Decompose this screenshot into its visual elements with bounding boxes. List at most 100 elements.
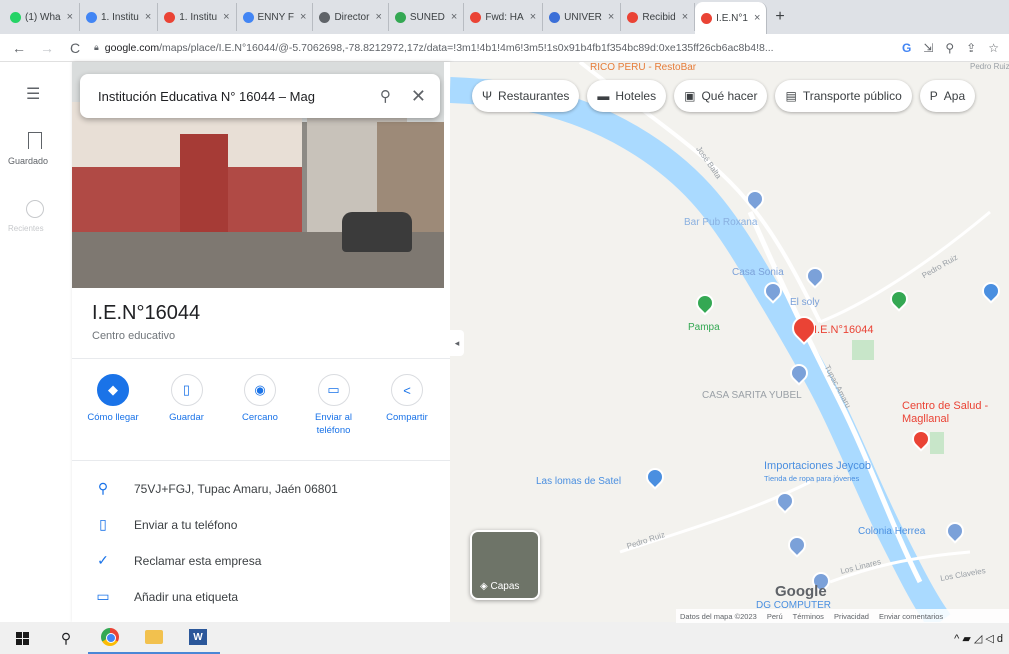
- poi-label[interactable]: Centro de Salud - Magllanal: [902, 400, 992, 426]
- tab-close-icon[interactable]: ×: [67, 11, 73, 23]
- forward-button[interactable]: →: [38, 40, 56, 56]
- browser-tab[interactable]: SUNED ×: [389, 3, 465, 31]
- saved-bookmark-icon[interactable]: [28, 132, 42, 149]
- chip-label: Hoteles: [615, 89, 657, 103]
- browser-tab[interactable]: ENNY F ×: [237, 3, 314, 31]
- map-footer-link[interactable]: Perú: [767, 612, 783, 621]
- tab-label: 1. Institu: [101, 11, 139, 23]
- search-icon[interactable]: ⚲: [380, 87, 391, 105]
- tab-label: UNIVER: [564, 11, 602, 23]
- google-lens-icon[interactable]: G: [902, 41, 911, 55]
- poi-label[interactable]: CASA SARITA YUBEL: [702, 390, 802, 401]
- divider: [72, 460, 450, 461]
- tab-close-icon[interactable]: ×: [375, 11, 381, 23]
- selected-place-label[interactable]: I.E.N°16044: [814, 324, 873, 336]
- poi-label[interactable]: Casa Sonia: [732, 267, 784, 278]
- collapse-panel-button[interactable]: ◂: [450, 330, 464, 356]
- chip-label: Restaurantes: [498, 89, 570, 103]
- info-row[interactable]: ▭ Añadir una etiqueta: [94, 588, 434, 605]
- tab-close-icon[interactable]: ×: [300, 11, 306, 23]
- reload-button[interactable]: C: [66, 40, 84, 56]
- place-actions: ◆ Cómo llegar ▯ Guardar ◉ Cercano ▭ Enviar al t…: [80, 374, 440, 438]
- map-footer-link[interactable]: Datos del mapa ©2023: [680, 612, 757, 621]
- action-bookmark-button[interactable]: ▯ Guardar: [154, 374, 220, 438]
- tab-favicon-icon: [549, 11, 561, 23]
- hamburger-menu-icon[interactable]: ☰: [26, 84, 40, 104]
- poi-sublabel: Tienda de ropa para jóvenes: [764, 474, 860, 483]
- layers-button[interactable]: ◈ Capas: [470, 530, 540, 600]
- address-bar[interactable]: 🔒︎ google.com/maps/place/I.E.N°16044/@-5…: [94, 42, 892, 54]
- system-tray[interactable]: ^ ▰ ◿ ◁ d: [954, 622, 1003, 654]
- divider: [72, 358, 450, 359]
- browser-tab[interactable]: (1) Wha ×: [4, 3, 80, 31]
- share-icon: <: [391, 374, 423, 406]
- action-nearby-button[interactable]: ◉ Cercano: [227, 374, 293, 438]
- taskbar-search-icon[interactable]: ⚲: [44, 622, 88, 654]
- tab-close-icon[interactable]: ×: [530, 11, 536, 23]
- share-page-icon[interactable]: ⇪: [966, 41, 976, 55]
- windows-logo-icon: [15, 631, 29, 645]
- tab-close-icon[interactable]: ×: [608, 11, 614, 23]
- tab-label: (1) Wha: [25, 11, 61, 23]
- info-row-text: 75VJ+FGJ, Tupac Amaru, Jaén 06801: [134, 481, 338, 496]
- browser-tab[interactable]: I.E.N°1 ×: [695, 2, 768, 34]
- browser-tab[interactable]: 1. Institu ×: [158, 3, 237, 31]
- chip-qu-hacer[interactable]: ▣ Qué hacer: [674, 80, 768, 112]
- back-button[interactable]: ←: [10, 40, 28, 56]
- map-footer-link[interactable]: Términos: [793, 612, 824, 621]
- poi-label[interactable]: Importaciones Jeycob: [764, 460, 871, 472]
- browser-tab[interactable]: Recibid ×: [621, 3, 696, 31]
- taskbar-word[interactable]: W: [176, 622, 220, 654]
- new-tab-button[interactable]: +: [767, 8, 792, 26]
- bookmark-star-icon[interactable]: ☆: [988, 41, 999, 55]
- tab-favicon-icon: [627, 11, 639, 23]
- maps-side-rail: ☰ Guardado Recientes: [0, 62, 72, 622]
- action-send-to-phone-button[interactable]: ▭ Enviar al teléfono: [301, 374, 367, 438]
- poi-label[interactable]: Pampa: [688, 322, 720, 333]
- install-app-icon[interactable]: ⇲: [923, 41, 933, 55]
- browser-tab[interactable]: 1. Institu ×: [80, 3, 159, 31]
- tab-close-icon[interactable]: ×: [145, 11, 151, 23]
- poi-label[interactable]: Las lomas de Satel: [536, 476, 621, 487]
- browser-tab[interactable]: Fwd: HA ×: [464, 3, 544, 31]
- info-row[interactable]: ▯ Enviar a tu teléfono: [94, 516, 434, 533]
- search-box[interactable]: Institución Educativa N° 16044 – Mag ⚲ ✕: [80, 74, 440, 118]
- zoom-icon[interactable]: ⚲: [945, 41, 954, 55]
- chip-restaurantes[interactable]: Ψ Restaurantes: [472, 80, 580, 112]
- taskbar-file-explorer[interactable]: [132, 622, 176, 654]
- tab-close-icon[interactable]: ×: [754, 12, 760, 24]
- action-label: Guardar: [169, 412, 204, 423]
- chip-apa[interactable]: P Apa: [919, 80, 976, 112]
- info-row[interactable]: ✓ Reclamar esta empresa: [94, 552, 434, 569]
- taskbar-chrome[interactable]: [88, 622, 132, 654]
- poi-label[interactable]: RICO PERU - RestoBar: [590, 62, 696, 73]
- close-icon[interactable]: ✕: [411, 86, 426, 107]
- poi-label[interactable]: Colonia Herrea: [858, 526, 925, 537]
- tab-close-icon[interactable]: ×: [451, 11, 457, 23]
- green-area: [852, 340, 874, 360]
- action-label: Compartir: [386, 412, 428, 423]
- send-to-phone-icon: ▭: [317, 374, 350, 406]
- action-share-button[interactable]: < Compartir: [374, 374, 440, 438]
- action-directions-button[interactable]: ◆ Cómo llegar: [80, 374, 146, 438]
- chip-transporte-p-blico[interactable]: ▤ Transporte público: [775, 80, 912, 112]
- info-row[interactable]: ⚲ 75VJ+FGJ, Tupac Amaru, Jaén 06801: [94, 480, 434, 497]
- green-area: [930, 432, 944, 454]
- tab-favicon-icon: [470, 11, 482, 23]
- map-footer-link[interactable]: Enviar comentarios: [879, 612, 943, 621]
- recent-label[interactable]: Recientes: [8, 224, 44, 233]
- recent-icon[interactable]: [26, 200, 44, 218]
- location-pin-icon: ⚲: [97, 480, 109, 496]
- poi-label[interactable]: El soly: [790, 297, 819, 308]
- place-category[interactable]: Centro educativo: [92, 330, 175, 342]
- chip-hoteles[interactable]: ▬ Hoteles: [587, 80, 667, 112]
- tab-close-icon[interactable]: ×: [682, 11, 688, 23]
- search-input[interactable]: Institución Educativa N° 16044 – Mag: [98, 89, 368, 104]
- start-button[interactable]: [0, 622, 44, 654]
- map-footer-link[interactable]: Privacidad: [834, 612, 869, 621]
- poi-label[interactable]: Bar Pub Roxana: [684, 217, 757, 228]
- browser-tab[interactable]: Director ×: [313, 3, 389, 31]
- tab-close-icon[interactable]: ×: [223, 11, 229, 23]
- saved-label[interactable]: Guardado: [8, 156, 48, 166]
- browser-tab[interactable]: UNIVER ×: [543, 3, 622, 31]
